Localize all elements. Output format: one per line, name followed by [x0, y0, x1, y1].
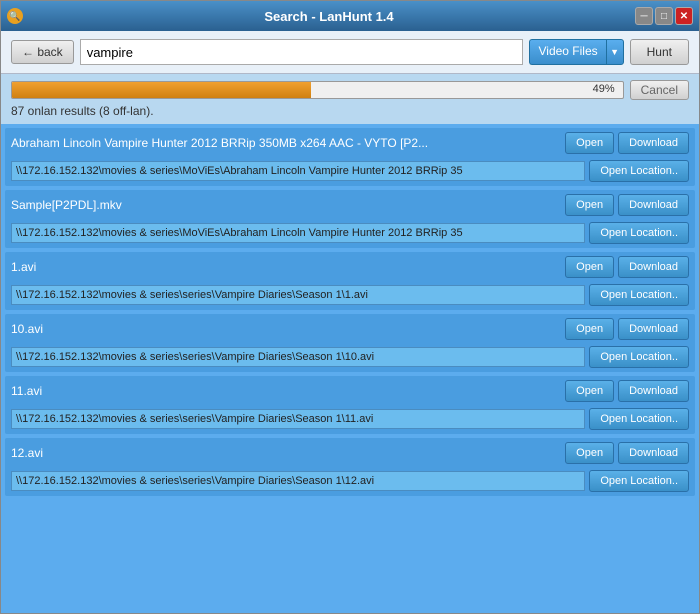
result-bottom-row: Open Location..: [5, 468, 695, 496]
list-item: 1.avi Open Download Open Location..: [5, 252, 695, 310]
open-location-button[interactable]: Open Location..: [589, 346, 689, 368]
result-bottom-row: Open Location..: [5, 158, 695, 186]
cancel-button[interactable]: Cancel: [630, 80, 689, 100]
hunt-button[interactable]: Hunt: [630, 39, 689, 65]
progress-area: 49% Cancel 87 onlan results (8 off-lan).: [1, 74, 699, 124]
maximize-button[interactable]: □: [655, 7, 673, 25]
result-top-row: 12.avi Open Download: [5, 438, 695, 468]
open-button[interactable]: Open: [565, 318, 614, 340]
result-filename: 1.avi: [11, 260, 561, 274]
result-top-row: 1.avi Open Download: [5, 252, 695, 282]
result-filename: 11.avi: [11, 384, 561, 398]
result-top-row: 11.avi Open Download: [5, 376, 695, 406]
result-filename: 12.avi: [11, 446, 561, 460]
result-top-row: 10.avi Open Download: [5, 314, 695, 344]
filetype-select[interactable]: Video Files: [529, 39, 605, 65]
progress-fill: [12, 82, 311, 98]
search-input[interactable]: [80, 39, 524, 65]
download-button[interactable]: Download: [618, 194, 689, 216]
window-title: Search - LanHunt 1.4: [23, 9, 635, 24]
open-location-button[interactable]: Open Location..: [589, 470, 689, 492]
download-button[interactable]: Download: [618, 256, 689, 278]
open-location-button[interactable]: Open Location..: [589, 408, 689, 430]
main-window: 🔍 Search - LanHunt 1.4 ─ □ ✕ ← back Vide…: [0, 0, 700, 614]
open-button[interactable]: Open: [565, 256, 614, 278]
title-bar-left: 🔍: [7, 8, 23, 24]
progress-percent: 49%: [593, 83, 615, 95]
result-path-input[interactable]: [11, 223, 585, 243]
open-button[interactable]: Open: [565, 442, 614, 464]
result-bottom-row: Open Location..: [5, 344, 695, 372]
download-button[interactable]: Download: [618, 442, 689, 464]
toolbar: ← back Video Files ▼ Hunt: [1, 31, 699, 74]
minimize-button[interactable]: ─: [635, 7, 653, 25]
result-top-row: Sample[P2PDL].mkv Open Download: [5, 190, 695, 220]
result-path-input[interactable]: [11, 285, 585, 305]
download-button[interactable]: Download: [618, 380, 689, 402]
app-icon: 🔍: [7, 8, 23, 24]
filetype-wrapper: Video Files ▼: [529, 39, 623, 65]
open-location-button[interactable]: Open Location..: [589, 222, 689, 244]
result-path-input[interactable]: [11, 347, 585, 367]
results-count: 87 onlan results (8 off-lan).: [11, 104, 689, 118]
open-button[interactable]: Open: [565, 380, 614, 402]
result-path-input[interactable]: [11, 161, 585, 181]
list-item: Sample[P2PDL].mkv Open Download Open Loc…: [5, 190, 695, 248]
result-path-input[interactable]: [11, 409, 585, 429]
list-item: 10.avi Open Download Open Location..: [5, 314, 695, 372]
open-location-button[interactable]: Open Location..: [589, 284, 689, 306]
title-bar: 🔍 Search - LanHunt 1.4 ─ □ ✕: [1, 1, 699, 31]
progress-bar: 49%: [11, 81, 624, 99]
result-filename: Sample[P2PDL].mkv: [11, 198, 561, 212]
result-bottom-row: Open Location..: [5, 406, 695, 434]
result-filename: 10.avi: [11, 322, 561, 336]
result-filename: Abraham Lincoln Vampire Hunter 2012 BRRi…: [11, 136, 561, 150]
download-button[interactable]: Download: [618, 132, 689, 154]
result-bottom-row: Open Location..: [5, 220, 695, 248]
list-item: 12.avi Open Download Open Location..: [5, 438, 695, 496]
open-button[interactable]: Open: [565, 132, 614, 154]
open-button[interactable]: Open: [565, 194, 614, 216]
result-path-input[interactable]: [11, 471, 585, 491]
result-bottom-row: Open Location..: [5, 282, 695, 310]
download-button[interactable]: Download: [618, 318, 689, 340]
close-button[interactable]: ✕: [675, 7, 693, 25]
filetype-dropdown-arrow[interactable]: ▼: [606, 39, 624, 65]
list-item: Abraham Lincoln Vampire Hunter 2012 BRRi…: [5, 128, 695, 186]
open-location-button[interactable]: Open Location..: [589, 160, 689, 182]
window-controls: ─ □ ✕: [635, 7, 693, 25]
results-list: Abraham Lincoln Vampire Hunter 2012 BRRi…: [1, 124, 699, 613]
back-button[interactable]: ← back: [11, 40, 74, 64]
list-item: 11.avi Open Download Open Location..: [5, 376, 695, 434]
result-top-row: Abraham Lincoln Vampire Hunter 2012 BRRi…: [5, 128, 695, 158]
